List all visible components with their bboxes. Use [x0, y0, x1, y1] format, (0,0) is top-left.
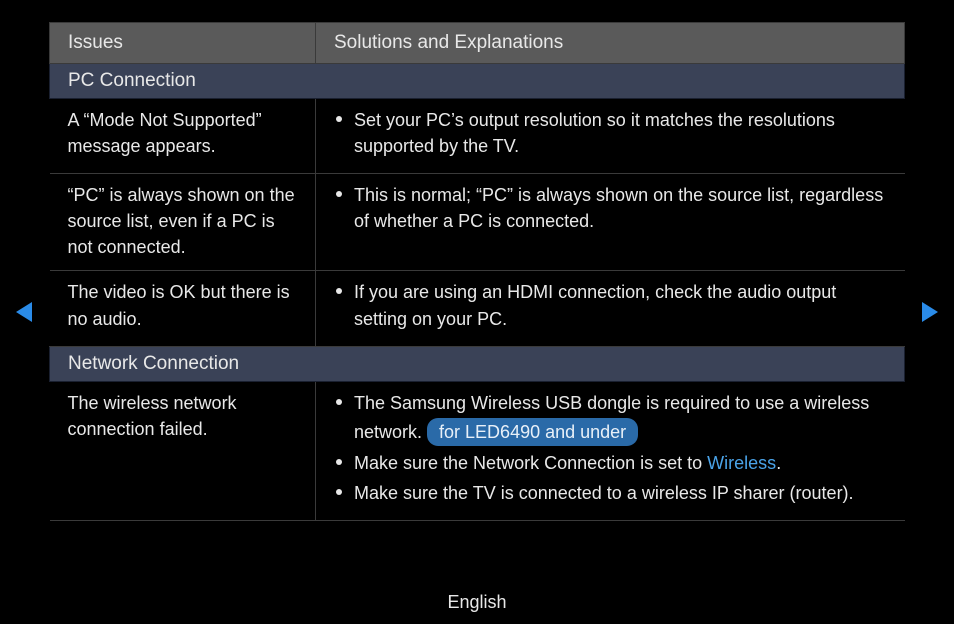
solution-cell: Set your PC’s output resolution so it ma… — [316, 99, 905, 174]
solution-text: . — [776, 453, 781, 473]
table-row: The wireless network connection failed. … — [50, 381, 905, 520]
table-header-row: Issues Solutions and Explanations — [50, 23, 905, 64]
section-network-connection: Network Connection — [50, 346, 905, 381]
next-page-button[interactable] — [920, 301, 940, 328]
solution-item: If you are using an HDMI connection, che… — [334, 279, 887, 331]
solution-item: Set your PC’s output resolution so it ma… — [334, 107, 887, 159]
header-issues: Issues — [50, 23, 316, 64]
table-row: The video is OK but there is no audio. I… — [50, 271, 905, 346]
solution-cell: The Samsung Wireless USB dongle is requi… — [316, 381, 905, 520]
section-title: PC Connection — [50, 64, 905, 99]
solution-text: Make sure the Network Connection is set … — [354, 453, 707, 473]
table-row: “PC” is always shown on the source list,… — [50, 174, 905, 271]
prev-page-button[interactable] — [14, 301, 34, 328]
troubleshoot-table: Issues Solutions and Explanations PC Con… — [49, 22, 905, 521]
issue-cell: A “Mode Not Supported” message appears. — [50, 99, 316, 174]
triangle-left-icon — [14, 301, 34, 323]
section-pc-connection: PC Connection — [50, 64, 905, 99]
triangle-right-icon — [920, 301, 940, 323]
page-content: Issues Solutions and Explanations PC Con… — [0, 0, 954, 521]
table-row: A “Mode Not Supported” message appears. … — [50, 99, 905, 174]
solution-list: If you are using an HDMI connection, che… — [334, 279, 887, 331]
solution-cell: If you are using an HDMI connection, che… — [316, 271, 905, 346]
issue-cell: The wireless network connection failed. — [50, 381, 316, 520]
model-badge: for LED6490 and under — [427, 418, 638, 446]
section-title: Network Connection — [50, 346, 905, 381]
issue-cell: The video is OK but there is no audio. — [50, 271, 316, 346]
footer-language: English — [0, 592, 954, 613]
header-solutions: Solutions and Explanations — [316, 23, 905, 64]
solution-list: This is normal; “PC” is always shown on … — [334, 182, 887, 234]
solution-item: Make sure the Network Connection is set … — [334, 450, 887, 476]
solution-list: Set your PC’s output resolution so it ma… — [334, 107, 887, 159]
issue-cell: “PC” is always shown on the source list,… — [50, 174, 316, 271]
solution-item: This is normal; “PC” is always shown on … — [334, 182, 887, 234]
solution-item: The Samsung Wireless USB dongle is requi… — [334, 390, 887, 446]
solution-cell: This is normal; “PC” is always shown on … — [316, 174, 905, 271]
keyword-wireless: Wireless — [707, 453, 776, 473]
solution-list: The Samsung Wireless USB dongle is requi… — [334, 390, 887, 506]
solution-item: Make sure the TV is connected to a wirel… — [334, 480, 887, 506]
